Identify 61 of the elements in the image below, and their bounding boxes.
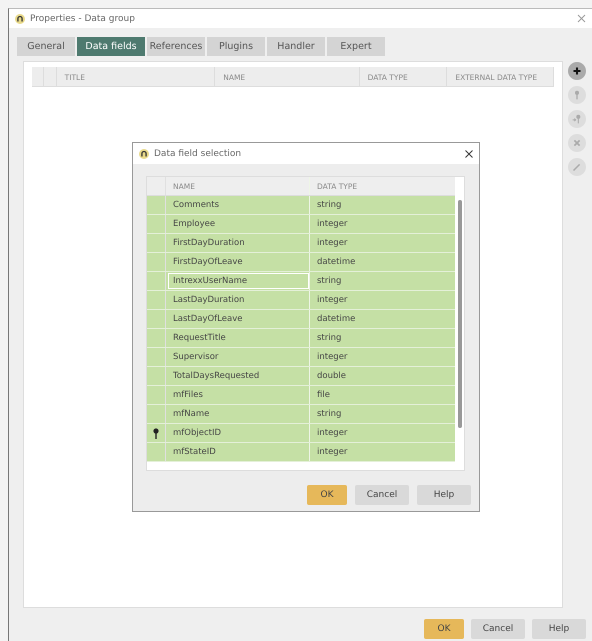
field-row[interactable]: TotalDaysRequested double <box>147 367 455 386</box>
scrollbar-thumb[interactable] <box>458 200 462 428</box>
field-row[interactable]: Supervisor integer <box>147 348 455 367</box>
type-cell-text: string <box>316 199 342 212</box>
name-cell: mfStateID <box>167 443 310 461</box>
field-row[interactable]: RequestTitle string <box>147 329 455 348</box>
field-row[interactable]: LastDayOfLeave datetime <box>147 310 455 329</box>
window-title: Properties - Data group <box>30 14 136 24</box>
type-cell-text: string <box>316 275 342 288</box>
type-cell-text: double <box>316 370 347 383</box>
app-logo-icon <box>139 148 149 158</box>
name-cell: IntrexxUserName <box>167 272 310 290</box>
field-row[interactable]: IntrexxUserName string <box>147 272 455 291</box>
field-row[interactable]: mfStateID integer <box>147 443 455 462</box>
cancel-button[interactable]: Cancel <box>355 485 409 505</box>
field-row[interactable]: mfName string <box>147 405 455 424</box>
add-icon[interactable] <box>568 62 586 80</box>
tab[interactable]: Data fields <box>77 37 145 56</box>
tab[interactable]: Expert <box>327 37 385 56</box>
name-cell: LastDayDuration <box>167 291 310 309</box>
name-cell: RequestTitle <box>167 329 310 347</box>
name-cell: TotalDaysRequested <box>167 367 310 385</box>
name-cell: Comments <box>167 196 310 214</box>
type-cell-text: file <box>316 389 331 402</box>
help-button[interactable]: Help <box>417 485 471 505</box>
type-cell-text: string <box>316 408 342 421</box>
help-button[interactable]: Help <box>532 619 586 639</box>
type-cell-text: integer <box>316 351 348 364</box>
name-cell: mfFiles <box>167 386 310 404</box>
name-cell: mfName <box>167 405 310 423</box>
name-cell: Supervisor <box>167 348 310 366</box>
type-cell-text: datetime <box>316 313 356 326</box>
field-row[interactable]: FirstDayDuration integer <box>147 234 455 253</box>
app-logo-icon <box>15 14 25 24</box>
tab[interactable]: Plugins <box>207 37 265 56</box>
type-cell-text: integer <box>316 427 348 440</box>
field-row[interactable]: FirstDayOfLeave datetime <box>147 253 455 272</box>
field-row[interactable]: LastDayDuration integer <box>147 291 455 310</box>
cancel-button[interactable]: Cancel <box>471 619 525 639</box>
tab[interactable]: Handler <box>267 37 325 56</box>
field-row[interactable]: Employee integer <box>147 215 455 234</box>
name-cell: mfObjectID <box>167 424 310 442</box>
type-cell-text: integer <box>316 218 348 231</box>
type-cell-text: integer <box>316 237 348 250</box>
ok-button[interactable]: OK <box>307 485 347 505</box>
ok-button[interactable]: OK <box>424 619 464 639</box>
type-cell-text: integer <box>316 446 348 459</box>
close-icon[interactable] <box>465 150 473 158</box>
type-cell-text: string <box>316 332 342 345</box>
field-row[interactable]: mfFiles file <box>147 386 455 405</box>
field-row[interactable]: Comments string <box>147 196 455 215</box>
tab[interactable]: References <box>147 37 205 56</box>
tab[interactable]: General <box>17 37 75 56</box>
name-cell: FirstDayOfLeave <box>167 253 310 271</box>
name-cell: LastDayOfLeave <box>167 310 310 328</box>
name-cell: Employee <box>167 215 310 233</box>
type-cell-text: integer <box>316 294 348 307</box>
field-row[interactable]: mfObjectID integer <box>147 424 455 443</box>
type-cell-text: datetime <box>316 256 356 269</box>
name-cell: FirstDayDuration <box>167 234 310 252</box>
dialog-title: Data field selection <box>154 148 242 158</box>
